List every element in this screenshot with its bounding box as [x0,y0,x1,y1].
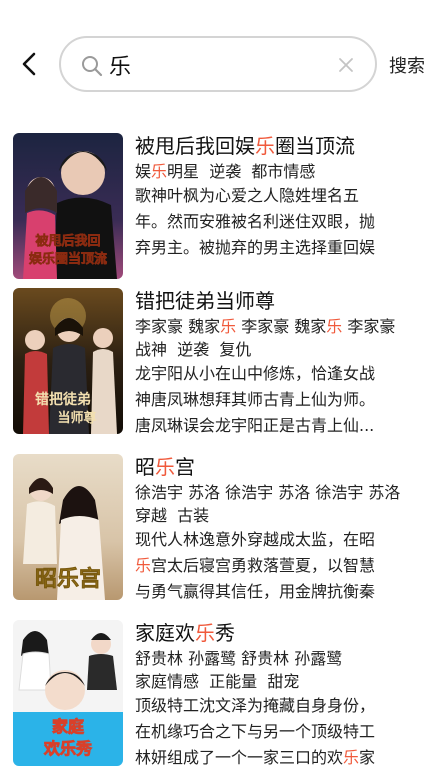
result-tags: 娱乐明星 逆袭 都市情感 [135,162,316,181]
result-title[interactable]: 错把徒弟当师尊 [135,287,435,315]
cover-image: 家庭 欢乐秀 [13,620,123,766]
search-icon [82,56,103,77]
search-button[interactable]: 搜索 [389,52,425,78]
search-header: 搜索 [0,0,439,120]
cover-image: 被甩后我回 娱乐圈当顶流 [13,133,123,279]
result-item[interactable]: 被甩后我回 娱乐圈当顶流 被甩后我回娱乐圈当顶流 娱乐明星 逆袭 都市情感 歌神… [0,128,439,279]
result-description: 龙宇阳从小在山中修炼，恰逢女战 神唐凤琳想拜其师古青上仙为师。 唐凤琳误会龙宇阳… [135,364,376,435]
result-item[interactable]: 错把徒弟 当师尊 错把徒弟当师尊 李家豪 魏家乐 李家豪 魏家乐 李家豪 战神 … [0,283,439,435]
result-cast: 徐浩宇 苏洛 徐浩宇 苏洛 徐浩宇 苏洛 [135,483,401,502]
result-description: 歌神叶枫为心爱之人隐姓埋名五 年。然而安雅被名利迷住双眼，抛 弃男主。被抛弃的男… [135,186,376,257]
cover-title-line1: 昭乐宫 [35,566,101,592]
result-item[interactable]: 家庭 欢乐秀 家庭欢乐秀 舒贵林 孙露鹭 舒贵林 孙露鹭 家庭情感 正能量 甜宠… [0,615,439,767]
cover-title-line1: 错把徒弟 [35,391,91,408]
search-input[interactable] [109,48,329,82]
result-description: 顶级特工沈文泽为掩藏自身身份， 在机缘巧合之下与另一个顶级特工 林妍组成了一个一… [135,696,376,767]
result-description: 现代人林逸意外穿越成太监，在昭 乐宫太后寝宫勇救落萱夏，以智慧 与勇气赢得其信任… [135,530,376,601]
search-box[interactable] [59,36,377,92]
cover-image: 昭乐宫 [13,454,123,600]
result-tags: 家庭情感 正能量 甜宠 [135,672,300,691]
cover-title-line2: 娱乐圈当顶流 [29,251,107,267]
result-tags: 穿越 古装 [135,506,210,525]
result-item[interactable]: 昭乐宫 昭乐宫 徐浩宇 苏洛 徐浩宇 苏洛 徐浩宇 苏洛 穿越 古装 现代人林逸… [0,449,439,601]
cover-image: 错把徒弟 当师尊 [13,288,123,434]
cover-title-line1: 被甩后我回 [34,233,100,249]
result-title[interactable]: 被甩后我回娱乐圈当顶流 [135,132,435,160]
clear-icon[interactable] [337,56,355,74]
back-arrow-icon[interactable] [16,50,44,78]
result-cast: 舒贵林 孙露鹭 舒贵林 孙露鹭 [135,649,343,668]
result-title[interactable]: 家庭欢乐秀 [135,619,435,647]
result-cast: 李家豪 魏家乐 李家豪 魏家乐 李家豪 [135,317,396,336]
cover-title-line2: 欢乐秀 [43,739,92,758]
cover-title-line1: 家庭 [52,717,84,736]
result-title[interactable]: 昭乐宫 [135,453,435,481]
cover-title-line2: 当师尊 [57,410,96,426]
result-tags: 战神 逆袭 复仇 [135,340,252,359]
